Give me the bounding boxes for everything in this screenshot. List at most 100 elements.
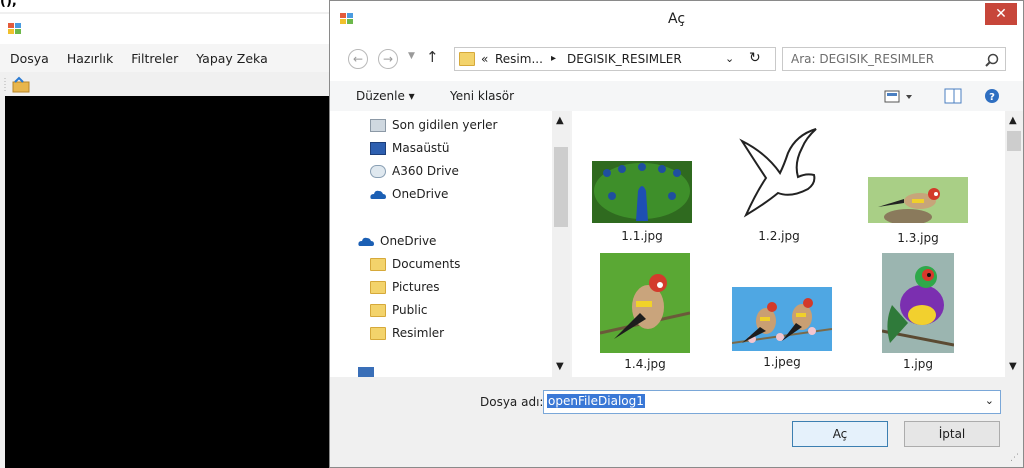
computer-icon xyxy=(358,367,374,377)
breadcrumb-separator-icon[interactable]: ▸ xyxy=(551,53,556,64)
image-canvas xyxy=(5,96,336,468)
search-box[interactable]: Ara: DEGISIK_RESIMLER xyxy=(782,47,1006,71)
nav-item-pictures[interactable]: Pictures xyxy=(370,277,440,297)
up-arrow-icon[interactable]: ↑ xyxy=(426,48,439,66)
address-dropdown-icon[interactable]: ⌄ xyxy=(725,52,734,65)
close-icon: ✕ xyxy=(995,6,1007,22)
goldfinch-thumbnail xyxy=(599,253,691,353)
menu-yapay-zeka[interactable]: Yapay Zeka xyxy=(196,51,267,66)
back-button[interactable]: ← xyxy=(348,49,368,69)
breadcrumb-overflow[interactable]: « xyxy=(481,52,488,66)
code-fragment: (), xyxy=(0,0,17,9)
nav-item-label: Documents xyxy=(392,257,461,271)
forward-button[interactable]: → xyxy=(378,49,398,69)
two-goldfinches-thumbnail xyxy=(731,287,833,351)
nav-item-label: Son gidilen yerler xyxy=(392,118,498,132)
navigation-pane: Son gidilen yerler Masaüstü A360 Drive O… xyxy=(330,111,570,377)
file-item[interactable]: 1.jpeg xyxy=(731,287,833,369)
file-name: 1.1.jpg xyxy=(621,229,663,243)
navigation-bar: ← → ▼ ↑ « Resim... ▸ DEGISIK_RESIMLER ⌄ … xyxy=(330,37,1023,81)
scroll-up-icon[interactable]: ▲ xyxy=(556,115,564,126)
nav-item-label: A360 Drive xyxy=(392,164,459,178)
filename-value[interactable]: openFileDialog1 xyxy=(547,394,645,408)
nav-item-recent-places[interactable]: Son gidilen yerler xyxy=(370,115,498,135)
svg-text:?: ? xyxy=(989,92,995,103)
search-icon[interactable] xyxy=(985,53,999,67)
app-menu-bar: Dosya Hazırlık Filtreler Yapay Zeka xyxy=(0,44,336,72)
scroll-down-icon[interactable]: ▼ xyxy=(556,361,564,372)
goldfinch-thumbnail xyxy=(868,177,968,225)
nav-item-label: Public xyxy=(392,303,428,317)
dialog-toolbar: Düzenle ▾ Yeni klasör ? xyxy=(330,81,1023,111)
nav-item-label: Resimler xyxy=(392,326,445,340)
recent-places-icon xyxy=(370,118,386,132)
menu-hazirlik[interactable]: Hazırlık xyxy=(67,51,113,66)
nav-item-onedrive[interactable]: OneDrive xyxy=(370,184,448,204)
recent-dropdown-icon[interactable]: ▼ xyxy=(408,51,415,61)
address-bar[interactable]: « Resim... ▸ DEGISIK_RESIMLER ⌄ ↻ xyxy=(454,47,776,71)
navigation-scrollbar[interactable]: ▲ ▼ xyxy=(552,111,570,377)
dove-thumbnail xyxy=(736,123,822,223)
resize-grip-icon[interactable]: ⋰ xyxy=(1010,453,1019,463)
onedrive-cloud-icon xyxy=(370,190,386,199)
file-list-pane: 1.1.jpg 1.2.jpg 1.3.jpg 1.4.jpg 1.jpeg 1… xyxy=(572,111,1005,377)
menu-filtreler[interactable]: Filtreler xyxy=(131,51,178,66)
open-button[interactable]: Aç xyxy=(792,421,888,447)
search-placeholder[interactable]: Ara: DEGISIK_RESIMLER xyxy=(791,52,934,66)
close-button[interactable]: ✕ xyxy=(985,3,1017,25)
onedrive-cloud-icon xyxy=(358,237,374,246)
open-file-dialog: Aç ✕ ← → ▼ ↑ « Resim... ▸ DEGISIK_RESIML… xyxy=(329,0,1024,468)
back-arrow-icon: ← xyxy=(352,52,364,66)
nav-item-desktop[interactable]: Masaüstü xyxy=(370,138,449,158)
dialog-footer: Dosya adı: openFileDialog1 ⌄ Aç İptal ⋰ xyxy=(330,377,1023,467)
folder-icon xyxy=(459,52,475,66)
dialog-title-bar: Aç ✕ xyxy=(330,1,1023,37)
folder-icon xyxy=(370,303,386,317)
nav-item-public[interactable]: Public xyxy=(370,300,428,320)
file-item[interactable]: 1.3.jpg xyxy=(868,177,968,245)
organize-button[interactable]: Düzenle ▾ xyxy=(356,89,415,103)
file-name: 1.jpg xyxy=(902,357,934,371)
nav-item-documents[interactable]: Documents xyxy=(370,254,460,274)
refresh-icon[interactable]: ↻ xyxy=(749,50,761,66)
preview-pane-icon[interactable] xyxy=(944,88,962,104)
nav-item-partial[interactable] xyxy=(358,361,388,377)
scrollbar-thumb[interactable] xyxy=(1007,131,1021,151)
menu-dosya[interactable]: Dosya xyxy=(10,51,49,66)
nav-item-label: OneDrive xyxy=(392,187,449,201)
filename-dropdown-icon[interactable]: ⌄ xyxy=(985,394,994,407)
scroll-up-icon[interactable]: ▲ xyxy=(1009,115,1017,126)
change-view-icon[interactable] xyxy=(884,90,914,104)
scrollbar-thumb[interactable] xyxy=(554,147,568,227)
cancel-button[interactable]: İptal xyxy=(904,421,1000,447)
new-folder-button[interactable]: Yeni klasör xyxy=(450,89,514,103)
nav-item-a360-drive[interactable]: A360 Drive xyxy=(370,161,459,181)
code-fragment-strip: (), xyxy=(0,0,336,12)
forward-arrow-icon: → xyxy=(382,52,394,66)
app-window: (), Dosya Hazırlık Filtreler Yapay Zeka xyxy=(0,0,336,468)
open-folder-tool-icon[interactable] xyxy=(4,76,32,94)
breadcrumb-current-folder[interactable]: DEGISIK_RESIMLER xyxy=(567,52,682,66)
help-icon[interactable]: ? xyxy=(984,88,1000,104)
folder-icon xyxy=(370,280,386,294)
file-name: 1.2.jpg xyxy=(758,229,800,243)
folder-icon xyxy=(370,257,386,271)
dialog-title: Aç xyxy=(667,11,686,27)
nav-item-onedrive-root[interactable]: OneDrive xyxy=(358,231,436,251)
breadcrumb-resimler[interactable]: Resim... xyxy=(495,52,543,66)
a360-drive-icon xyxy=(370,164,386,178)
scroll-down-icon[interactable]: ▼ xyxy=(1009,361,1017,372)
file-item[interactable]: 1.jpg xyxy=(881,253,955,371)
file-list-scrollbar[interactable]: ▲ ▼ xyxy=(1005,111,1023,377)
desktop-icon xyxy=(370,141,386,155)
peacock-thumbnail xyxy=(592,161,692,223)
nav-item-resimler[interactable]: Resimler xyxy=(370,323,444,343)
app-title-bar xyxy=(0,14,336,44)
app-toolbar xyxy=(0,72,336,96)
file-name: 1.4.jpg xyxy=(624,357,666,371)
file-item[interactable]: 1.1.jpg xyxy=(592,161,692,243)
file-name: 1.3.jpg xyxy=(897,231,939,245)
file-item[interactable]: 1.2.jpg xyxy=(736,123,822,243)
file-item[interactable]: 1.4.jpg xyxy=(599,253,691,371)
filename-input[interactable]: openFileDialog1 ⌄ xyxy=(543,390,1001,414)
